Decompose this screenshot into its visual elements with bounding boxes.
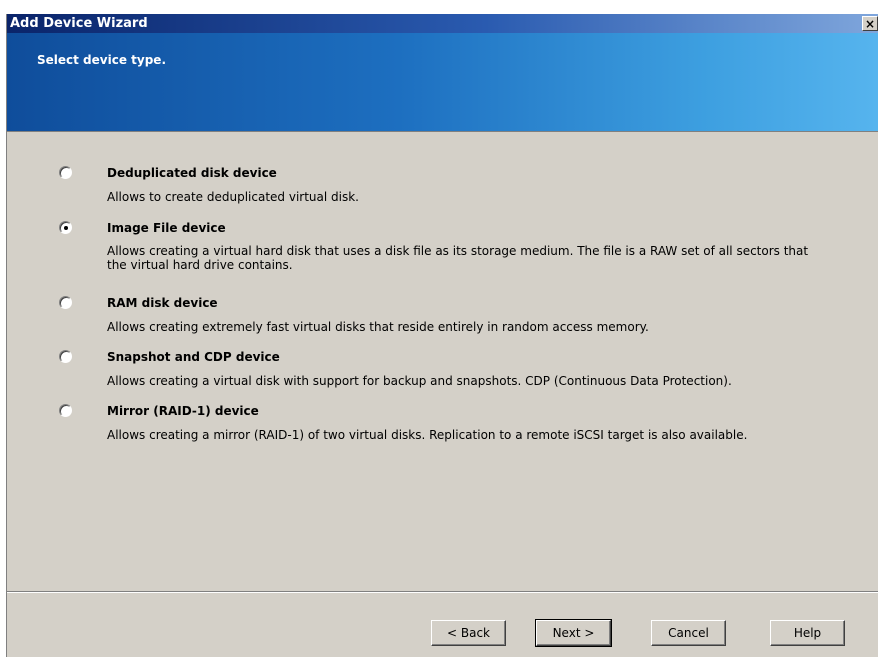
option-title: Deduplicated disk device [107,166,277,180]
option-title: Image File device [107,221,226,235]
wizard-window: Add Device Wizard × Select device type. … [6,14,878,657]
option-title: RAM disk device [107,296,218,310]
radio-deduplicated-disk[interactable] [59,166,72,179]
help-button[interactable]: Help [770,620,845,646]
close-button[interactable]: × [862,16,878,31]
radio-snapshot-cdp[interactable] [59,350,72,363]
next-button-label: Next > [552,626,595,640]
option-description: Allows creating a virtual hard disk that… [107,244,809,272]
footer-separator [7,591,878,593]
next-button[interactable]: Next > [535,619,612,647]
page-title: Select device type. [37,53,166,67]
option-description: Allows creating a virtual disk with supp… [107,374,732,388]
window-title: Add Device Wizard [10,16,148,31]
cancel-button-label: Cancel [668,626,709,640]
back-button-label: < Back [446,626,490,640]
close-icon: × [864,17,876,31]
device-type-list: Deduplicated disk device Allows to creat… [7,132,878,590]
radio-selected-dot [64,226,68,230]
option-description: Allows to create deduplicated virtual di… [107,190,359,204]
option-description: Allows creating a mirror (RAID-1) of two… [107,428,748,442]
option-title: Mirror (RAID-1) device [107,404,259,418]
back-button[interactable]: < Back [431,620,506,646]
radio-image-file[interactable] [59,221,72,234]
radio-mirror-raid1[interactable] [59,404,72,417]
header-banner: Select device type. [7,33,878,132]
title-bar: Add Device Wizard × [7,14,878,33]
radio-ram-disk[interactable] [59,296,72,309]
option-description: Allows creating extremely fast virtual d… [107,320,649,334]
option-title: Snapshot and CDP device [107,350,280,364]
help-button-label: Help [793,626,822,640]
cancel-button[interactable]: Cancel [651,620,726,646]
